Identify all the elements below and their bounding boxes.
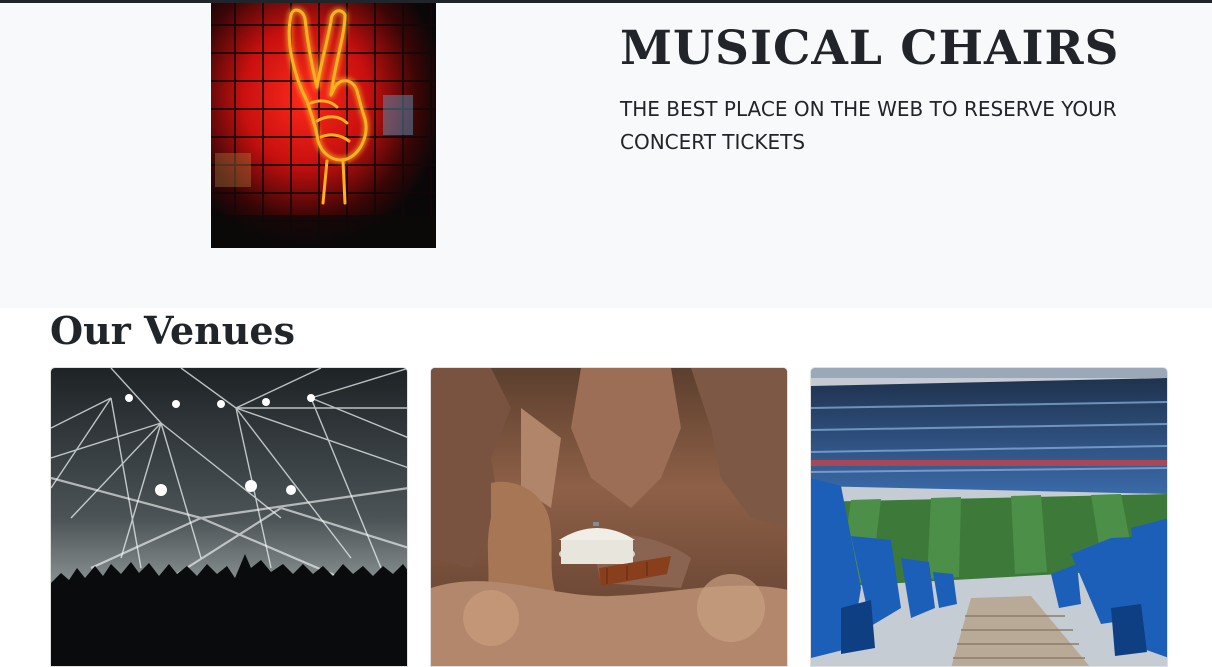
site-title: MUSICAL CHAIRS	[620, 21, 1120, 76]
venue-card-canyon[interactable]	[430, 367, 788, 667]
site-tagline: THE BEST PLACE ON THE WEB TO RESERVE YOU…	[620, 97, 1117, 154]
hero-banner: MUSICAL CHAIRS THE BEST PLACE ON THE WEB…	[0, 3, 1212, 308]
neon-peace-hand-image	[211, 3, 436, 248]
canyon-yurt-image	[431, 368, 787, 666]
venues-heading: Our Venues	[50, 308, 295, 353]
stadium-seats-field-image	[811, 368, 1167, 666]
venue-card-stadium[interactable]	[810, 367, 1168, 667]
venue-card-concert[interactable]	[50, 367, 408, 667]
concert-lights-crowd-image	[51, 368, 407, 666]
